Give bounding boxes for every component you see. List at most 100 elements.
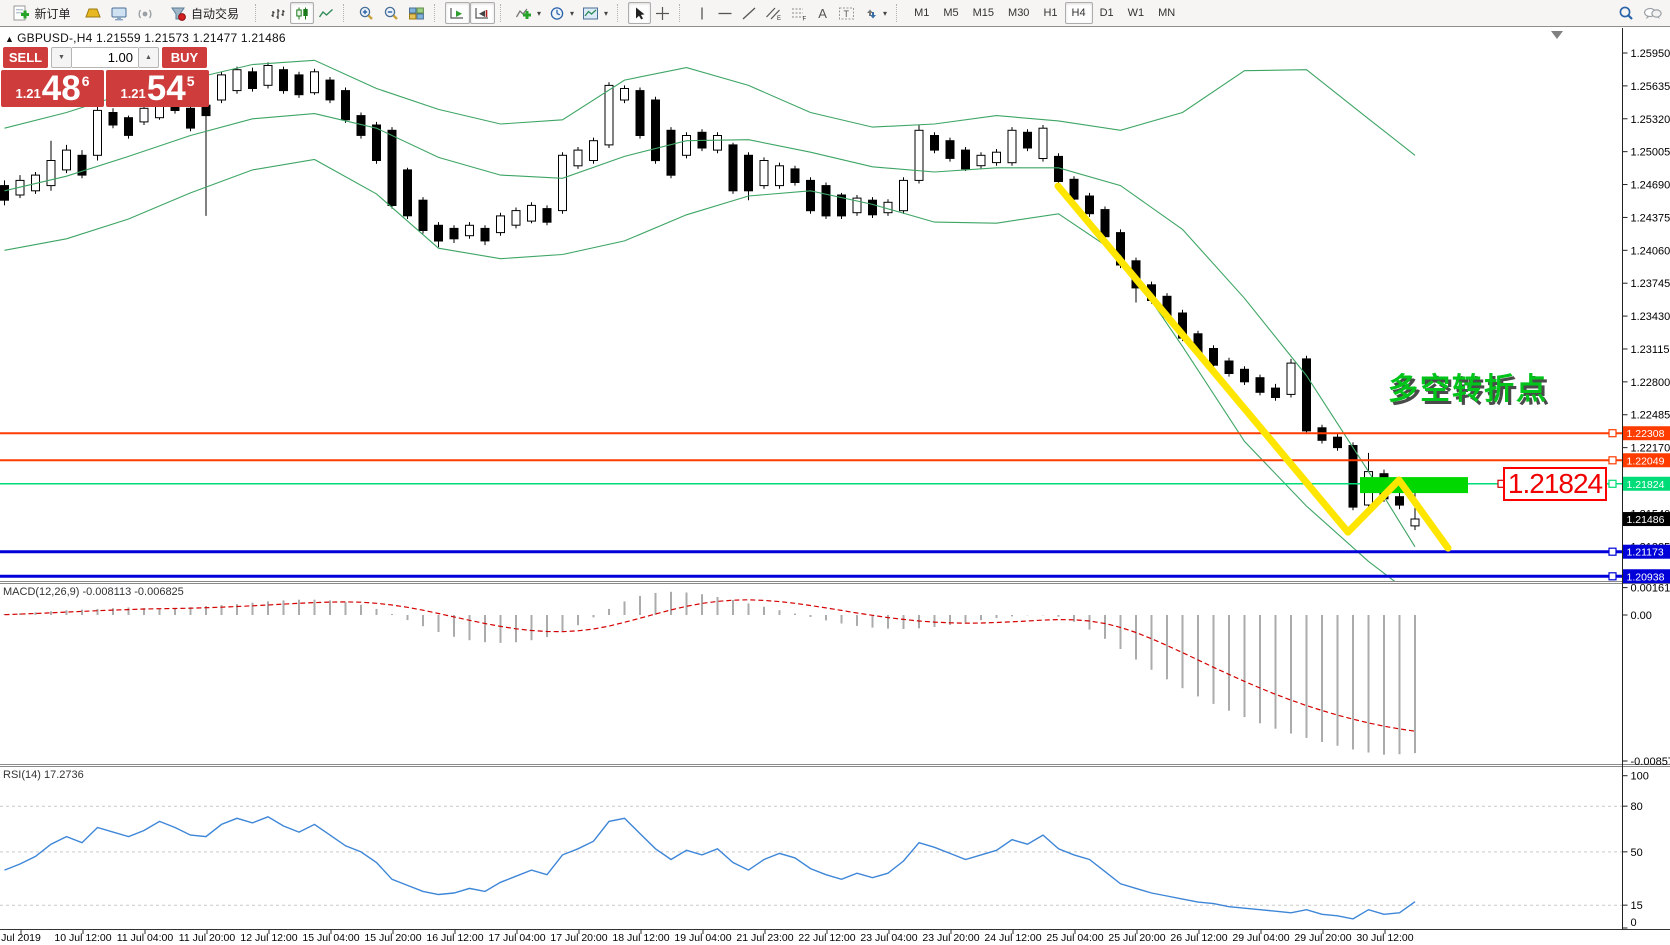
sell-button[interactable]: SELL (3, 47, 48, 68)
volume-stepper: ▼ 1.00 ▲ (51, 47, 159, 68)
auto-trading-button[interactable]: 自动交易 (158, 2, 250, 24)
indicators-button[interactable]: ▾ (511, 2, 545, 24)
fibonacci-button[interactable]: F (786, 2, 811, 24)
candle (249, 72, 257, 89)
candle (1272, 388, 1280, 397)
broadcast-icon (136, 6, 154, 21)
fibonacci-icon: F (790, 6, 807, 21)
zoom-in-button[interactable] (354, 2, 379, 24)
buy-button[interactable]: BUY (162, 47, 207, 68)
templates-button[interactable]: ▾ (578, 2, 612, 24)
trendline-button[interactable] (737, 2, 761, 24)
svg-text:T: T (844, 9, 850, 19)
price-tick-label: 1.24690 (1631, 180, 1670, 192)
timeframe-m15-button[interactable]: M15 (966, 2, 1001, 24)
candle (1303, 359, 1311, 431)
hline-anchor (1609, 430, 1616, 437)
horizontal-line-button[interactable] (713, 2, 737, 24)
price-tick-label: 1.22800 (1631, 377, 1670, 389)
gold-ingot-icon (84, 6, 102, 20)
buy-price-big: 54 (147, 74, 186, 105)
market-button[interactable] (80, 2, 106, 24)
candle (807, 180, 815, 210)
candle (512, 211, 520, 226)
timeframe-m5-button[interactable]: M5 (936, 2, 965, 24)
toolbar-separator (896, 4, 904, 22)
hline-price-label: 1.22308 (1627, 428, 1665, 440)
line-chart-button[interactable] (314, 2, 338, 24)
volume-decrease-button[interactable]: ▼ (51, 47, 72, 68)
candle (1101, 210, 1109, 237)
candle (1, 186, 9, 201)
candle (590, 141, 598, 161)
candle (1024, 132, 1032, 148)
time-tick-label: 11 Jul 04:00 (117, 932, 174, 944)
timeframe-w1-button[interactable]: W1 (1121, 2, 1152, 24)
candle (497, 216, 505, 233)
new-order-button[interactable]: 新订单 (4, 2, 80, 24)
zoom-in-icon (358, 5, 375, 21)
candle (729, 145, 737, 191)
text-button[interactable]: A (811, 2, 834, 24)
main-price-pane (0, 60, 1622, 597)
buy-price-small: 1.21 (120, 86, 145, 101)
time-tick-label: 24 Jul 12:00 (984, 932, 1041, 944)
vertical-line-button[interactable] (690, 2, 713, 24)
timeframe-m1-button[interactable]: M1 (907, 2, 936, 24)
auto-scroll-button[interactable] (445, 2, 470, 24)
candle (1396, 497, 1404, 505)
bollinger-upper (5, 60, 1416, 155)
timeframe-h1-button[interactable]: H1 (1036, 2, 1064, 24)
time-axis: Jul 201910 Jul 12:0011 Jul 04:0011 Jul 2… (1, 930, 1414, 944)
candle (1349, 446, 1357, 508)
chart-shift-marker-icon (1551, 31, 1563, 39)
bar-chart-button[interactable] (266, 2, 290, 24)
arrows-button[interactable]: ▾ (859, 2, 891, 24)
candle (559, 155, 567, 210)
toolbar-separator (255, 4, 263, 22)
chat-button[interactable] (1639, 2, 1666, 24)
volume-input[interactable]: 1.00 (72, 47, 138, 68)
price-tick-label: 1.23430 (1631, 311, 1670, 323)
chart-shift-button[interactable] (470, 2, 495, 24)
chart-canvas[interactable]: 1.259501.256351.253201.250051.246901.243… (0, 0, 1670, 945)
zoom-out-button[interactable] (379, 2, 404, 24)
time-tick-label: 29 Jul 20:00 (1294, 932, 1351, 944)
bollinger-middle (5, 114, 1416, 547)
timeframe-d1-button[interactable]: D1 (1093, 2, 1121, 24)
tile-windows-button[interactable] (404, 2, 429, 24)
periods-button[interactable]: ▾ (545, 2, 578, 24)
candle (388, 130, 396, 205)
chart-window-button[interactable] (106, 2, 132, 24)
candlestick-chart-button[interactable] (290, 2, 314, 24)
volume-increase-button[interactable]: ▲ (138, 47, 159, 68)
time-tick-label: 17 Jul 20:00 (550, 932, 607, 944)
search-button[interactable] (1614, 2, 1639, 24)
time-tick-label: 25 Jul 20:00 (1108, 932, 1165, 944)
text-label-button[interactable]: T (834, 2, 859, 24)
buy-price-panel[interactable]: 1.21 54 5 (106, 70, 209, 107)
time-tick-label: 22 Jul 12:00 (798, 932, 855, 944)
hline-price-label: 1.21824 (1627, 479, 1665, 491)
time-tick-label: 16 Jul 12:00 (426, 932, 483, 944)
crosshair-button[interactable] (651, 2, 674, 24)
timeframe-mn-button[interactable]: MN (1151, 2, 1182, 24)
candle (295, 75, 303, 95)
time-tick-label: 15 Jul 04:00 (302, 932, 359, 944)
indicators-icon (515, 6, 532, 21)
buy-price-sup: 5 (187, 73, 195, 89)
horizontal-line-icon (717, 6, 733, 21)
equidistant-channel-button[interactable]: E (761, 2, 786, 24)
sell-price-panel[interactable]: 1.21 48 6 (1, 70, 104, 107)
price-tick-label: 1.22485 (1631, 410, 1670, 422)
signal-button[interactable] (132, 2, 158, 24)
candle (1008, 130, 1016, 162)
rsi-axis-label: 0 (1631, 917, 1637, 929)
time-tick-label: 19 Jul 04:00 (674, 932, 731, 944)
timeframe-m30-button[interactable]: M30 (1001, 2, 1036, 24)
time-tick-label: 23 Jul 20:00 (922, 932, 979, 944)
timeframe-h4-button[interactable]: H4 (1065, 2, 1093, 24)
tile-windows-icon (408, 6, 425, 21)
time-tick-label: 15 Jul 20:00 (364, 932, 421, 944)
cursor-button[interactable] (628, 2, 651, 24)
